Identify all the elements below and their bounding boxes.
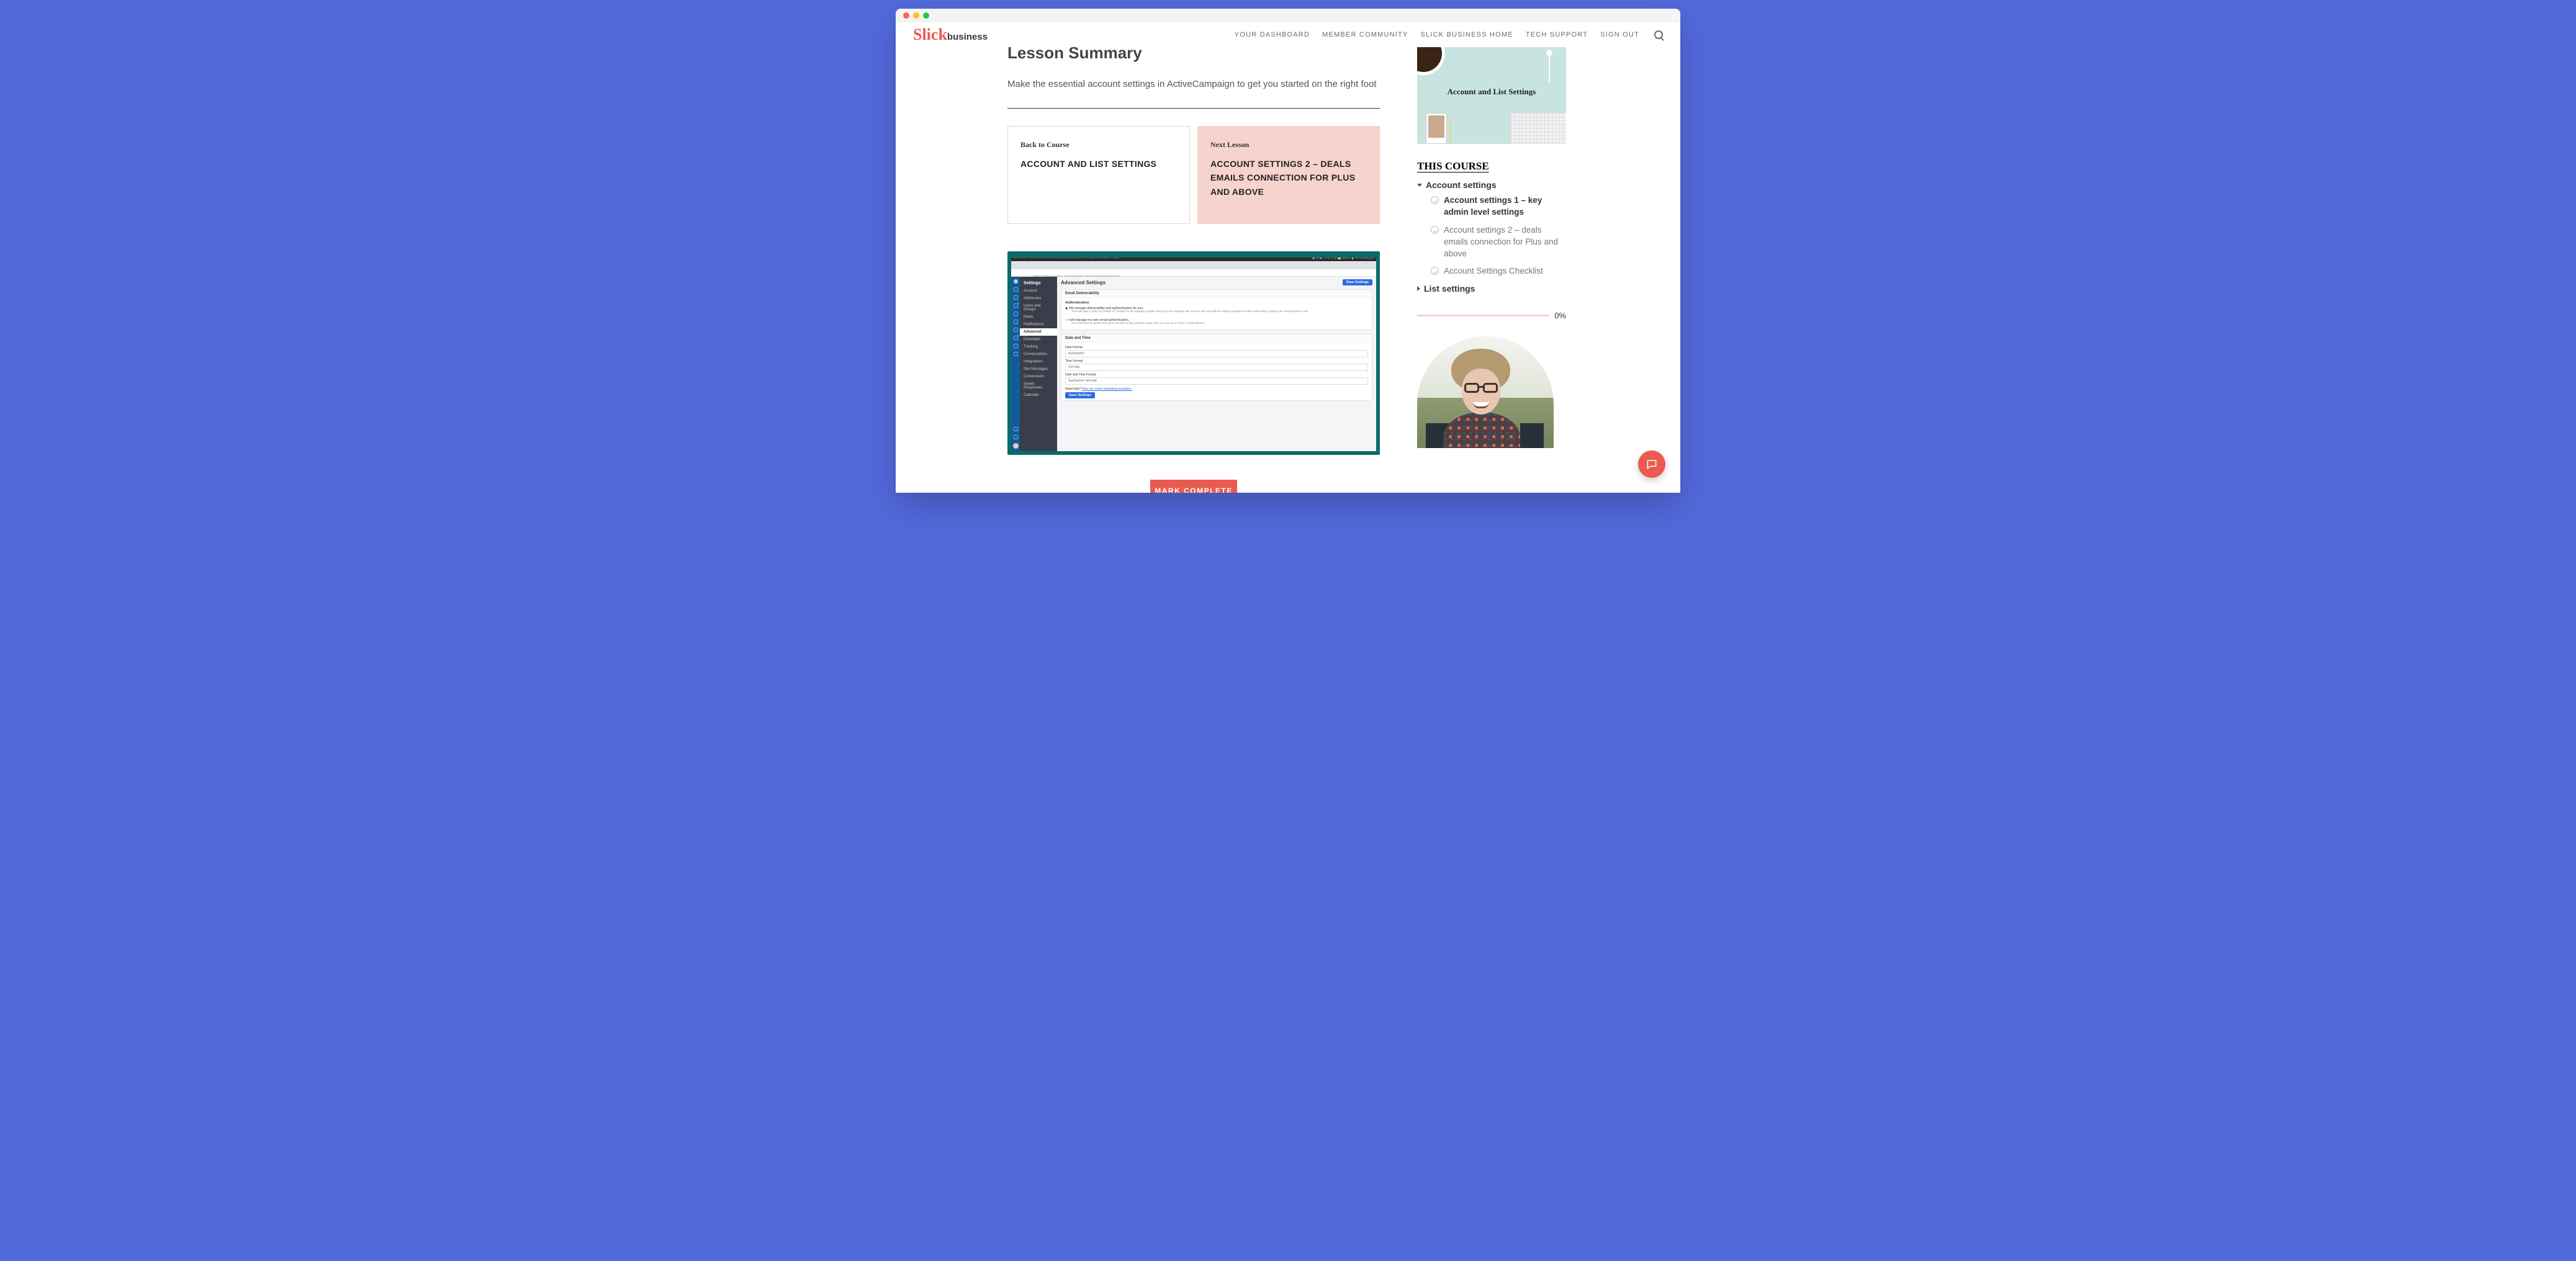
nav-support[interactable]: TECH SUPPORT xyxy=(1526,31,1588,38)
progress-bar: 0% xyxy=(1417,311,1566,320)
rail-icon xyxy=(1014,352,1018,356)
gear-icon xyxy=(1014,435,1018,439)
chevron-down-icon xyxy=(1417,184,1422,187)
thumbnail-title: Account and List Settings xyxy=(1417,87,1566,97)
mac-menubar-right: ▦ ✉ ⏏ ⇪ ⦿ ♫ ⚙ 📶 100% 🔋 Fri 11:44 Q ≡ xyxy=(1312,256,1374,260)
back-to-course-card[interactable]: Back to Course ACCOUNT AND LIST SETTINGS xyxy=(1007,126,1190,224)
chat-button[interactable] xyxy=(1638,451,1665,478)
video-screenshot[interactable]: Chrome File Edit View History Bookmarks … xyxy=(1007,251,1380,455)
rail-icon xyxy=(1014,287,1018,292)
check-icon xyxy=(1431,267,1439,275)
rail-icon xyxy=(1014,336,1018,340)
settings-canvas: Advanced Settings Save Settings Email De… xyxy=(1057,277,1376,451)
card-sub: Back to Course xyxy=(1020,140,1177,150)
nav-dashboard[interactable]: YOUR DASHBOARD xyxy=(1235,31,1310,38)
instructor-photo xyxy=(1417,336,1554,448)
lesson-item[interactable]: Account settings 1 – key admin level set… xyxy=(1431,195,1566,218)
lesson-item[interactable]: Account settings 2 – deals emails connec… xyxy=(1431,225,1566,260)
rail-icon xyxy=(1014,279,1018,284)
check-icon xyxy=(1431,226,1439,234)
mac-menubar: Chrome File Edit View History Bookmarks … xyxy=(1014,256,1119,259)
nav-signout[interactable]: SIGN OUT xyxy=(1600,31,1639,38)
logo[interactable]: Slickbusiness xyxy=(913,27,988,43)
section-list-settings[interactable]: List settings xyxy=(1417,284,1566,294)
divider xyxy=(1007,108,1380,109)
rail-icon xyxy=(1014,303,1018,308)
progress-percent: 0% xyxy=(1554,311,1566,320)
next-lesson-card[interactable]: Next Lesson ACCOUNT SETTINGS 2 – DEALS E… xyxy=(1197,126,1380,224)
chat-icon xyxy=(1646,458,1658,470)
rail-icon xyxy=(1014,312,1018,316)
rail-icon xyxy=(1014,320,1018,324)
card-title: ACCOUNT AND LIST SETTINGS xyxy=(1020,157,1177,171)
lesson-summary-text: Make the essential account settings in A… xyxy=(1007,79,1380,89)
min-dot[interactable] xyxy=(913,12,919,19)
card-title: ACCOUNT SETTINGS 2 – DEALS EMAILS CONNEC… xyxy=(1210,157,1367,199)
course-thumbnail: Account and List Settings xyxy=(1417,47,1566,144)
rail-avatar xyxy=(1013,443,1019,449)
app-rail xyxy=(1011,277,1020,451)
max-dot[interactable] xyxy=(923,12,929,19)
nav-home[interactable]: SLICK BUSINESS HOME xyxy=(1420,31,1513,38)
lesson-item[interactable]: Account Settings Checklist xyxy=(1431,266,1566,277)
logo-script: Slick xyxy=(913,25,947,43)
rail-icon xyxy=(1014,295,1018,300)
logo-word: business xyxy=(947,32,988,42)
rail-icon xyxy=(1014,328,1018,332)
page-title: Lesson Summary xyxy=(1007,47,1380,63)
this-course-heading: THIS COURSE xyxy=(1417,160,1566,173)
chevron-right-icon xyxy=(1417,286,1420,291)
section-account-settings[interactable]: Account settings xyxy=(1417,180,1566,190)
mac-titlebar xyxy=(896,9,1680,22)
close-dot[interactable] xyxy=(903,12,909,19)
nav-community[interactable]: MEMBER COMMUNITY xyxy=(1322,31,1408,38)
check-icon xyxy=(1431,196,1439,204)
mark-complete-button[interactable]: MARK COMPLETE xyxy=(1150,480,1237,493)
card-sub: Next Lesson xyxy=(1210,140,1367,150)
rail-icon xyxy=(1014,344,1018,348)
settings-sidenav: Settings Account Addresses Users and Gro… xyxy=(1020,277,1057,451)
search-icon[interactable] xyxy=(1654,30,1663,39)
rail-icon xyxy=(1014,427,1018,431)
save-settings-button: Save Settings xyxy=(1343,279,1372,285)
